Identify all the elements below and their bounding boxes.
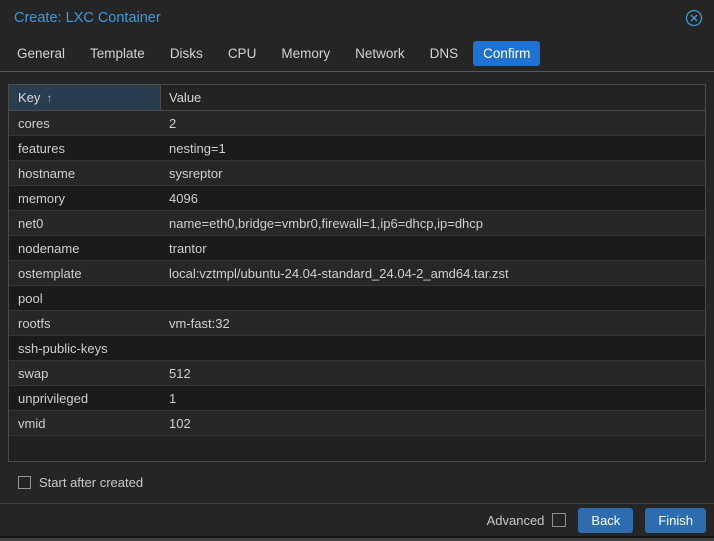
row-value: trantor bbox=[169, 240, 207, 256]
wizard-tabbar: General Template Disks CPU Memory Networ… bbox=[0, 36, 714, 71]
table-row[interactable]: vmid 102 bbox=[9, 411, 705, 436]
row-value: nesting=1 bbox=[169, 140, 226, 156]
table-row[interactable]: ssh-public-keys bbox=[9, 336, 705, 361]
confirm-panel: Key ↑ Value cores 2 features nesting=1 h… bbox=[0, 72, 714, 494]
row-key: ostemplate bbox=[18, 265, 82, 281]
sort-asc-icon: ↑ bbox=[46, 90, 53, 105]
finish-button[interactable]: Finish bbox=[645, 507, 706, 533]
advanced-label: Advanced bbox=[486, 512, 545, 528]
row-key: features bbox=[18, 140, 65, 156]
row-key: memory bbox=[18, 190, 65, 206]
tab-cpu[interactable]: CPU bbox=[218, 41, 267, 66]
start-after-created-label: Start after created bbox=[39, 474, 144, 490]
column-header-key-label: Key bbox=[18, 90, 41, 105]
close-icon[interactable] bbox=[684, 8, 704, 28]
start-after-created-row: Start after created bbox=[18, 470, 706, 494]
row-key: unprivileged bbox=[18, 390, 89, 406]
row-key: nodename bbox=[18, 240, 80, 256]
row-value: 4096 bbox=[169, 190, 198, 206]
table-row[interactable]: rootfs vm-fast:32 bbox=[9, 311, 705, 336]
column-header-key[interactable]: Key ↑ bbox=[9, 85, 161, 110]
row-key: net0 bbox=[18, 215, 44, 231]
tab-template[interactable]: Template bbox=[80, 41, 155, 66]
tab-network[interactable]: Network bbox=[345, 41, 415, 66]
dialog-titlebar: Create: LXC Container bbox=[0, 0, 714, 36]
table-row[interactable]: pool bbox=[9, 286, 705, 311]
grid-header-row: Key ↑ Value bbox=[9, 85, 705, 111]
table-row[interactable]: cores 2 bbox=[9, 111, 705, 136]
table-row[interactable]: unprivileged 1 bbox=[9, 386, 705, 411]
row-key: pool bbox=[18, 290, 43, 306]
start-after-created-checkbox[interactable] bbox=[18, 475, 31, 489]
table-row[interactable]: features nesting=1 bbox=[9, 136, 705, 161]
row-value: sysreptor bbox=[169, 165, 223, 181]
column-header-value-label: Value bbox=[169, 90, 202, 105]
create-lxc-container-dialog: Create: LXC Container General Template D… bbox=[0, 0, 714, 541]
row-value: name=eth0,bridge=vmbr0,firewall=1,ip6=dh… bbox=[169, 215, 484, 231]
advanced-checkbox[interactable] bbox=[552, 513, 567, 527]
row-key: ssh-public-keys bbox=[18, 340, 108, 356]
column-header-value[interactable]: Value bbox=[161, 85, 705, 110]
row-key: vmid bbox=[18, 415, 46, 431]
tab-dns[interactable]: DNS bbox=[420, 41, 469, 66]
footer-toolbar: Advanced Back Finish bbox=[0, 504, 714, 536]
row-key: swap bbox=[18, 365, 49, 381]
row-key: rootfs bbox=[18, 315, 51, 331]
table-row[interactable]: hostname sysreptor bbox=[9, 161, 705, 186]
tab-general[interactable]: General bbox=[7, 41, 75, 66]
row-key: hostname bbox=[18, 165, 76, 181]
dialog-title: Create: LXC Container bbox=[14, 10, 161, 26]
table-row[interactable]: net0 name=eth0,bridge=vmbr0,firewall=1,i… bbox=[9, 211, 705, 236]
tab-memory[interactable]: Memory bbox=[271, 41, 340, 66]
dialog-bottom-edge bbox=[0, 536, 714, 541]
table-row[interactable]: swap 512 bbox=[9, 361, 705, 386]
tab-confirm[interactable]: Confirm bbox=[473, 41, 541, 66]
row-value: 102 bbox=[169, 415, 191, 431]
back-button[interactable]: Back bbox=[578, 507, 634, 533]
row-value: 512 bbox=[169, 365, 191, 381]
row-value: 2 bbox=[169, 115, 177, 131]
row-key: cores bbox=[18, 115, 50, 131]
table-row[interactable]: ostemplate local:vztmpl/ubuntu-24.04-sta… bbox=[9, 261, 705, 286]
row-value: 1 bbox=[169, 390, 177, 406]
row-value: vm-fast:32 bbox=[169, 315, 230, 331]
table-row[interactable]: memory 4096 bbox=[9, 186, 705, 211]
summary-grid: Key ↑ Value cores 2 features nesting=1 h… bbox=[8, 84, 706, 462]
row-value: local:vztmpl/ubuntu-24.04-standard_24.04… bbox=[169, 265, 509, 281]
grid-empty-area bbox=[9, 436, 705, 461]
table-row[interactable]: nodename trantor bbox=[9, 236, 705, 261]
advanced-option: Advanced bbox=[487, 513, 567, 528]
tab-disks[interactable]: Disks bbox=[160, 41, 213, 66]
